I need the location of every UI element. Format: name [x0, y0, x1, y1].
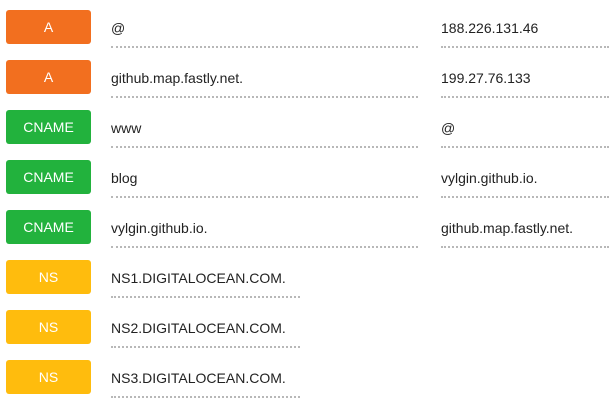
- dns-record-row: NS NS2.DIGITALOCEAN.COM.: [0, 310, 609, 350]
- record-host: blog: [111, 170, 138, 186]
- dns-record-row: CNAME www @: [0, 110, 609, 150]
- record-host-cell: NS2.DIGITALOCEAN.COM.: [111, 310, 300, 348]
- dns-record-row: CNAME blog vylgin.github.io.: [0, 160, 609, 200]
- record-value: @: [441, 120, 456, 136]
- record-value: 188.226.131.46: [441, 20, 539, 36]
- record-type-badge: NS: [6, 260, 91, 294]
- dns-record-row: A github.map.fastly.net. 199.27.76.133: [0, 60, 609, 100]
- dns-record-row: NS NS3.DIGITALOCEAN.COM.: [0, 360, 609, 400]
- record-host-cell: NS3.DIGITALOCEAN.COM.: [111, 360, 300, 398]
- record-value-cell: github.map.fastly.net.: [441, 210, 609, 248]
- record-host-cell: github.map.fastly.net.: [111, 60, 418, 98]
- dns-record-row: NS NS1.DIGITALOCEAN.COM.: [0, 260, 609, 300]
- record-host: www: [111, 120, 142, 136]
- record-host-cell: NS1.DIGITALOCEAN.COM.: [111, 260, 300, 298]
- record-value-cell: 199.27.76.133: [441, 60, 609, 98]
- record-value-cell: @: [441, 110, 609, 148]
- record-host: vylgin.github.io.: [111, 220, 208, 236]
- record-value-cell: vylgin.github.io.: [441, 160, 609, 198]
- record-value: github.map.fastly.net.: [441, 220, 574, 236]
- record-host-cell: www: [111, 110, 418, 148]
- record-host: NS2.DIGITALOCEAN.COM.: [111, 320, 286, 336]
- record-type-badge: A: [6, 60, 91, 94]
- record-type-badge: CNAME: [6, 160, 91, 194]
- record-host-cell: blog: [111, 160, 418, 198]
- record-type-badge: NS: [6, 360, 91, 394]
- record-value: vylgin.github.io.: [441, 170, 538, 186]
- record-type-badge: A: [6, 10, 91, 44]
- record-host: @: [111, 20, 126, 36]
- record-type-badge: CNAME: [6, 210, 91, 244]
- dns-record-row: CNAME vylgin.github.io. github.map.fastl…: [0, 210, 609, 250]
- record-type-badge: CNAME: [6, 110, 91, 144]
- record-host-cell: @: [111, 10, 418, 48]
- record-type-badge: NS: [6, 310, 91, 344]
- record-host-cell: vylgin.github.io.: [111, 210, 418, 248]
- dns-record-row: A @ 188.226.131.46: [0, 10, 609, 50]
- record-host: NS1.DIGITALOCEAN.COM.: [111, 270, 286, 286]
- record-value-cell: 188.226.131.46: [441, 10, 609, 48]
- record-host: github.map.fastly.net.: [111, 70, 244, 86]
- dns-records-list: A @ 188.226.131.46 A github.map.fastly.n…: [0, 0, 609, 406]
- record-host: NS3.DIGITALOCEAN.COM.: [111, 370, 286, 386]
- record-value: 199.27.76.133: [441, 70, 531, 86]
